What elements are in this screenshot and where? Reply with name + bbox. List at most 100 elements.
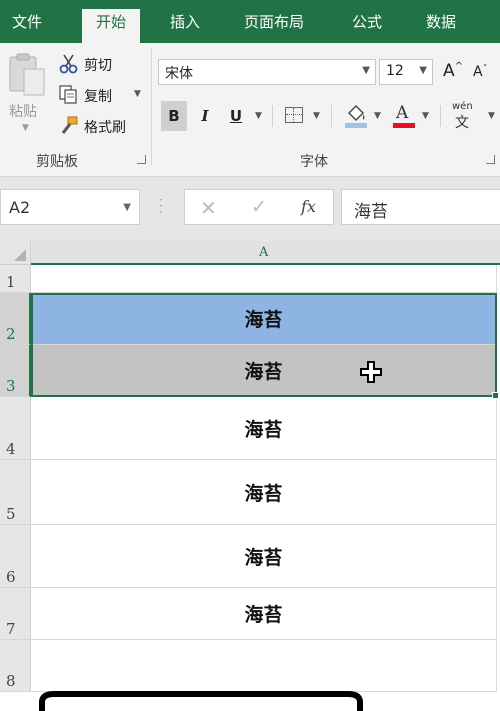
cell-a7[interactable]: 海苔 <box>31 588 497 640</box>
font-launcher-icon[interactable] <box>486 155 495 164</box>
row-number: 1 <box>6 273 16 291</box>
row-header[interactable]: 4 <box>0 397 31 460</box>
tab-data[interactable]: 数据 <box>426 12 456 32</box>
font-color-button[interactable]: A <box>393 103 415 129</box>
font-size-value: 12 <box>386 63 404 79</box>
scissors-icon <box>59 54 78 74</box>
clipboard-launcher-icon[interactable] <box>137 155 146 164</box>
select-all-icon <box>14 249 26 261</box>
paste-label: 粘贴 <box>9 104 37 120</box>
phonetic-button[interactable]: wén 文 <box>452 101 482 131</box>
font-size-select[interactable]: 12 ▼ <box>379 59 433 85</box>
font-color-swatch <box>393 123 415 128</box>
shrink-arrow-icon: ˇ <box>482 64 488 75</box>
row-header[interactable]: 8 <box>0 640 31 692</box>
font-color-dropdown-icon[interactable]: ▼ <box>422 111 429 121</box>
cell-a4[interactable]: 海苔 <box>31 397 497 460</box>
cell-text: 海苔 <box>244 604 283 626</box>
chevron-down-icon: ▼ <box>123 202 131 213</box>
fill-handle[interactable] <box>492 392 499 399</box>
row-number: 4 <box>6 440 16 458</box>
cell-text: 海苔 <box>244 546 283 569</box>
divider <box>331 105 332 127</box>
formula-input[interactable]: 海苔 <box>341 189 500 225</box>
cancel-icon[interactable]: ✕ <box>200 196 217 220</box>
chevron-down-icon: ▼ <box>419 65 427 76</box>
row-number: 8 <box>6 672 16 690</box>
cut-label: 剪切 <box>84 58 112 74</box>
divider <box>272 105 273 127</box>
cell-a1[interactable] <box>31 265 497 293</box>
fill-color-icon[interactable] <box>345 103 367 129</box>
cell-select-cursor-icon <box>360 361 382 383</box>
row-header[interactable]: 7 <box>0 588 31 640</box>
insert-function-button[interactable]: fx <box>301 197 316 216</box>
italic-button[interactable]: I <box>193 101 217 131</box>
copy-dropdown-icon[interactable]: ▼ <box>134 89 141 99</box>
select-all-button[interactable] <box>0 241 31 265</box>
paste-dropdown-icon[interactable]: ▼ <box>22 123 29 133</box>
ribbon-tab-bar: 文件 开始 插入 页面布局 公式 数据 <box>0 0 500 43</box>
chevron-down-icon: ▼ <box>362 65 370 76</box>
row-number: 6 <box>6 568 16 586</box>
borders-icon[interactable] <box>285 107 303 123</box>
cell-a8[interactable] <box>31 640 497 692</box>
resize-handle-icon[interactable]: · · · <box>159 194 163 218</box>
underline-button[interactable]: U <box>224 101 248 131</box>
formula-input-value: 海苔 <box>354 202 388 222</box>
name-box[interactable]: A2 ▼ <box>0 189 140 225</box>
enter-icon[interactable]: ✓ <box>251 196 267 218</box>
shrink-font-label: A <box>473 64 483 80</box>
fill-color-dropdown-icon[interactable]: ▼ <box>374 111 381 121</box>
tab-page-layout[interactable]: 页面布局 <box>244 12 304 32</box>
clipboard-group-label: 剪贴板 <box>36 154 78 170</box>
cell-a6[interactable]: 海苔 <box>31 525 497 588</box>
formula-buttons: ✕ ✓ fx <box>184 189 334 225</box>
cell-text: 海苔 <box>244 482 283 505</box>
paste-icon <box>9 53 45 96</box>
copy-label: 复制 <box>84 89 112 105</box>
bold-button[interactable]: B <box>161 101 187 131</box>
group-divider <box>151 49 152 165</box>
copy-icon <box>59 85 77 104</box>
grow-font-button[interactable]: A^ <box>443 61 463 81</box>
worksheet-grid[interactable]: A 1 2 海苔 3 海苔 4 海苔 5 海苔 6 海苔 7 海苔 8 <box>0 241 500 711</box>
shrink-font-button[interactable]: Aˇ <box>473 64 488 80</box>
column-header-label: A <box>259 245 269 260</box>
formula-bar: A2 ▼ · · · ✕ ✓ fx 海苔 <box>0 177 500 241</box>
ribbon-home: 粘贴 ▼ 剪切 复制 ▼ 格式刷 剪贴板 宋体 ▼ 12 ▼ A^ Aˇ B I… <box>0 43 500 177</box>
brush-icon <box>61 116 78 134</box>
phonetic-top-label: wén <box>452 101 473 112</box>
column-header-a[interactable]: A <box>31 241 500 265</box>
phonetic-dropdown-icon[interactable]: ▼ <box>488 111 495 121</box>
row-number: 5 <box>6 505 16 523</box>
row-header[interactable]: 6 <box>0 525 31 588</box>
row-number: 2 <box>6 325 16 343</box>
row-header[interactable]: 5 <box>0 460 31 525</box>
row-header[interactable]: 2 <box>0 293 31 345</box>
tab-insert[interactable]: 插入 <box>170 12 200 32</box>
font-name-select[interactable]: 宋体 ▼ <box>158 59 376 85</box>
tab-file[interactable]: 文件 <box>12 12 42 32</box>
borders-dropdown-icon[interactable]: ▼ <box>313 111 320 121</box>
format-painter-label: 格式刷 <box>84 120 126 136</box>
phonetic-bottom-label: 文 <box>455 115 469 131</box>
font-color-label: A <box>396 103 409 123</box>
divider <box>440 105 441 127</box>
row-header[interactable]: 3 <box>0 345 31 397</box>
grow-arrow-icon: ^ <box>454 61 464 72</box>
font-name-value: 宋体 <box>165 66 193 82</box>
font-group-label: 字体 <box>300 154 328 170</box>
tab-formulas[interactable]: 公式 <box>352 12 382 32</box>
row-header[interactable]: 1 <box>0 265 31 293</box>
tab-home[interactable]: 开始 <box>82 9 141 43</box>
cell-text: 海苔 <box>244 418 283 441</box>
selection-outline <box>31 293 497 397</box>
row-number: 7 <box>6 620 16 638</box>
row-number: 3 <box>6 377 16 395</box>
rounded-shape-outline[interactable] <box>36 688 366 711</box>
cell-a5[interactable]: 海苔 <box>31 460 497 525</box>
name-box-value: A2 <box>9 198 31 217</box>
grow-font-label: A <box>443 61 455 81</box>
underline-dropdown-icon[interactable]: ▼ <box>255 111 262 121</box>
